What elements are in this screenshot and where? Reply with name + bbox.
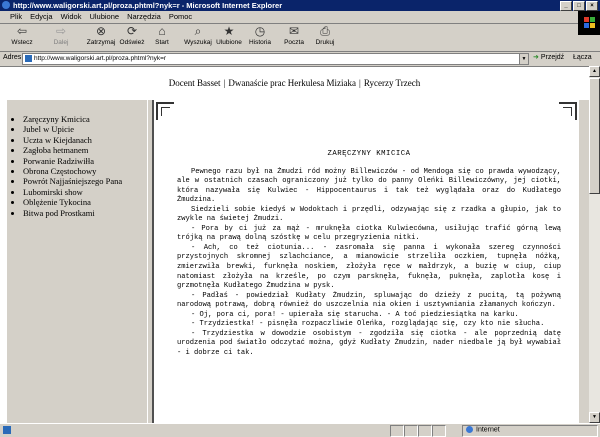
stop-button[interactable]: ⊗ Zatrzymaj <box>84 24 118 47</box>
status-bar: Internet <box>0 423 600 437</box>
page-icon <box>25 55 32 62</box>
corner-ornament-icon <box>156 102 174 120</box>
menu-file[interactable]: Plik <box>6 11 26 23</box>
chapter-link[interactable]: Uczta w Kiejdanach <box>23 135 147 145</box>
menu-favorites[interactable]: Ulubione <box>85 11 123 23</box>
close-icon[interactable]: × <box>586 1 598 11</box>
nav-link[interactable]: Rycerzy Trzech <box>364 78 420 88</box>
home-icon: ⌂ <box>158 24 166 38</box>
home-button[interactable]: ⌂ Start <box>147 24 177 47</box>
scroll-thumb[interactable] <box>589 78 600 194</box>
nav-separator: | <box>359 78 361 88</box>
address-url: http://www.waligorski.art.pl/proza.phtml… <box>34 55 167 62</box>
article-paragraph: - Trzydziestka w dowodzie osobistym - zg… <box>177 329 561 357</box>
forward-arrow-icon: ⇨ <box>55 24 67 38</box>
vertical-scrollbar[interactable]: ▲ ▼ <box>589 66 600 423</box>
chapter-link[interactable]: Porwanie Radziwiłła <box>23 156 147 166</box>
address-dropdown-icon[interactable]: ▼ <box>519 54 528 64</box>
scroll-up-icon[interactable]: ▲ <box>589 66 600 77</box>
article-paragraph: - Padłaś - powiedział Kudłaty Żmudzin, s… <box>177 291 561 310</box>
menu-tools[interactable]: Narzędzia <box>123 11 165 23</box>
menu-view[interactable]: Widok <box>57 11 86 23</box>
chapter-link[interactable]: Obrona Częstochowy <box>23 166 147 176</box>
chapter-link[interactable]: Lubomirski show <box>23 187 147 197</box>
article-title: ZARĘCZYNY KMICICA <box>327 150 411 158</box>
forward-button[interactable]: ⇨ Dalej <box>46 24 76 47</box>
page-viewport: Docent Basset | Dwanaście prac Herkulesa M… <box>0 66 589 424</box>
window-title: http://www.waligorski.art.pl/proza.phtml… <box>13 1 283 10</box>
links-button[interactable]: Łącza <box>573 54 592 61</box>
article-paper: ZARĘCZYNY KMICICA Pewnego razu był na Żm… <box>152 100 579 424</box>
menu-help[interactable]: Pomoc <box>165 11 196 23</box>
address-input[interactable]: http://www.waligorski.art.pl/proza.phtml… <box>22 53 529 65</box>
status-cell <box>390 425 404 437</box>
menu-bar: Plik Edycja Widok Ulubione Narzędzia Pomoc <box>0 11 600 24</box>
chapter-link[interactable]: Powrót Najjaśniejszego Pana <box>23 176 147 186</box>
chapter-sidebar: Zaręczyny Kmicica Jubel w Upicie Uczta w… <box>7 100 147 424</box>
status-cell <box>418 425 432 437</box>
search-icon: ⌕ <box>194 24 202 38</box>
article-paragraph: - Trzydziestka! - pisnęła rozpaczliwie O… <box>191 320 545 329</box>
chapter-link[interactable]: Zagłoba hetmanem <box>23 145 147 155</box>
page-status-icon <box>3 426 11 434</box>
back-arrow-icon: ⇦ <box>16 24 28 38</box>
history-icon: ◷ <box>254 24 266 38</box>
address-bar: Adres http://www.waligorski.art.pl/proza… <box>0 52 600 65</box>
article-paragraph: Pewnego razu był na Żmudzi ród możny Bil… <box>177 167 561 205</box>
article-paragraph: - Pora by ci już za mąż - mruknęła ciotk… <box>177 224 561 243</box>
address-label: Adres <box>3 54 22 61</box>
chapter-link[interactable]: Jubel w Upicie <box>23 124 147 134</box>
article-paragraph: - Oj, pora ci, pora! - upierała się star… <box>191 310 519 319</box>
stop-icon: ⊗ <box>95 24 107 38</box>
status-cell <box>432 425 446 437</box>
mail-button[interactable]: ✉ Poczta <box>279 24 309 47</box>
title-bar: http://www.waligorski.art.pl/proza.phtml… <box>0 0 600 11</box>
chapter-link[interactable]: Oblężenie Tykocina <box>23 197 147 207</box>
print-icon: ⎙ <box>320 24 330 38</box>
nav-separator: | <box>223 78 226 88</box>
mail-icon: ✉ <box>288 24 300 38</box>
ie-logo-icon <box>2 1 10 9</box>
go-arrow-icon: ➜ <box>533 54 539 61</box>
minimize-icon[interactable]: _ <box>560 1 572 11</box>
article-text: ZARĘCZYNY KMICICA Pewnego razu był na Żm… <box>177 113 561 358</box>
toolbar: ⇦ Wstecz ⇨ Dalej ⊗ Zatrzymaj ⟳ Odśwież ⌂ Star… <box>0 24 600 52</box>
favorites-button[interactable]: ★ Ulubione <box>213 24 245 47</box>
zone-label: Internet <box>466 426 500 433</box>
favorites-icon: ★ <box>223 24 235 38</box>
print-button[interactable]: ⎙ Drukuj <box>310 24 340 47</box>
menu-edit[interactable]: Edycja <box>26 11 57 23</box>
maximize-icon[interactable]: □ <box>573 1 585 11</box>
back-button[interactable]: ⇦ Wstecz <box>4 24 40 47</box>
chapter-link[interactable]: Zaręczyny Kmicica <box>23 114 147 124</box>
go-button[interactable]: ➜ Przejdź <box>533 53 564 61</box>
article-panel: ZARĘCZYNY KMICICA Pewnego razu był na Żm… <box>148 100 589 424</box>
top-navigation: Docent Basset | Dwanaście prac Herkulesa M… <box>0 78 589 88</box>
globe-icon <box>466 426 473 433</box>
nav-link[interactable]: Docent Basset <box>169 78 221 88</box>
search-button[interactable]: ⌕ Wyszukaj <box>181 24 215 47</box>
chapter-link[interactable]: Bitwa pod Prostkami <box>23 208 147 218</box>
nav-link[interactable]: Dwanaście prac Herkulesa Miziaka <box>228 78 356 88</box>
article-paragraph: - Ach, co też ciotunia... - zasromała si… <box>177 243 561 291</box>
chapter-list: Zaręczyny Kmicica Jubel w Upicie Uczta w… <box>7 114 147 218</box>
corner-ornament-icon <box>559 102 577 120</box>
scroll-down-icon[interactable]: ▼ <box>589 412 600 423</box>
window-controls: _ □ × <box>560 1 598 11</box>
article-paragraph: Siedzieli sobie kiedyś w Wodoktach i prz… <box>177 205 561 224</box>
status-cell <box>404 425 418 437</box>
refresh-button[interactable]: ⟳ Odśwież <box>117 24 147 47</box>
history-button[interactable]: ◷ Historia <box>245 24 275 47</box>
refresh-icon: ⟳ <box>126 24 138 38</box>
